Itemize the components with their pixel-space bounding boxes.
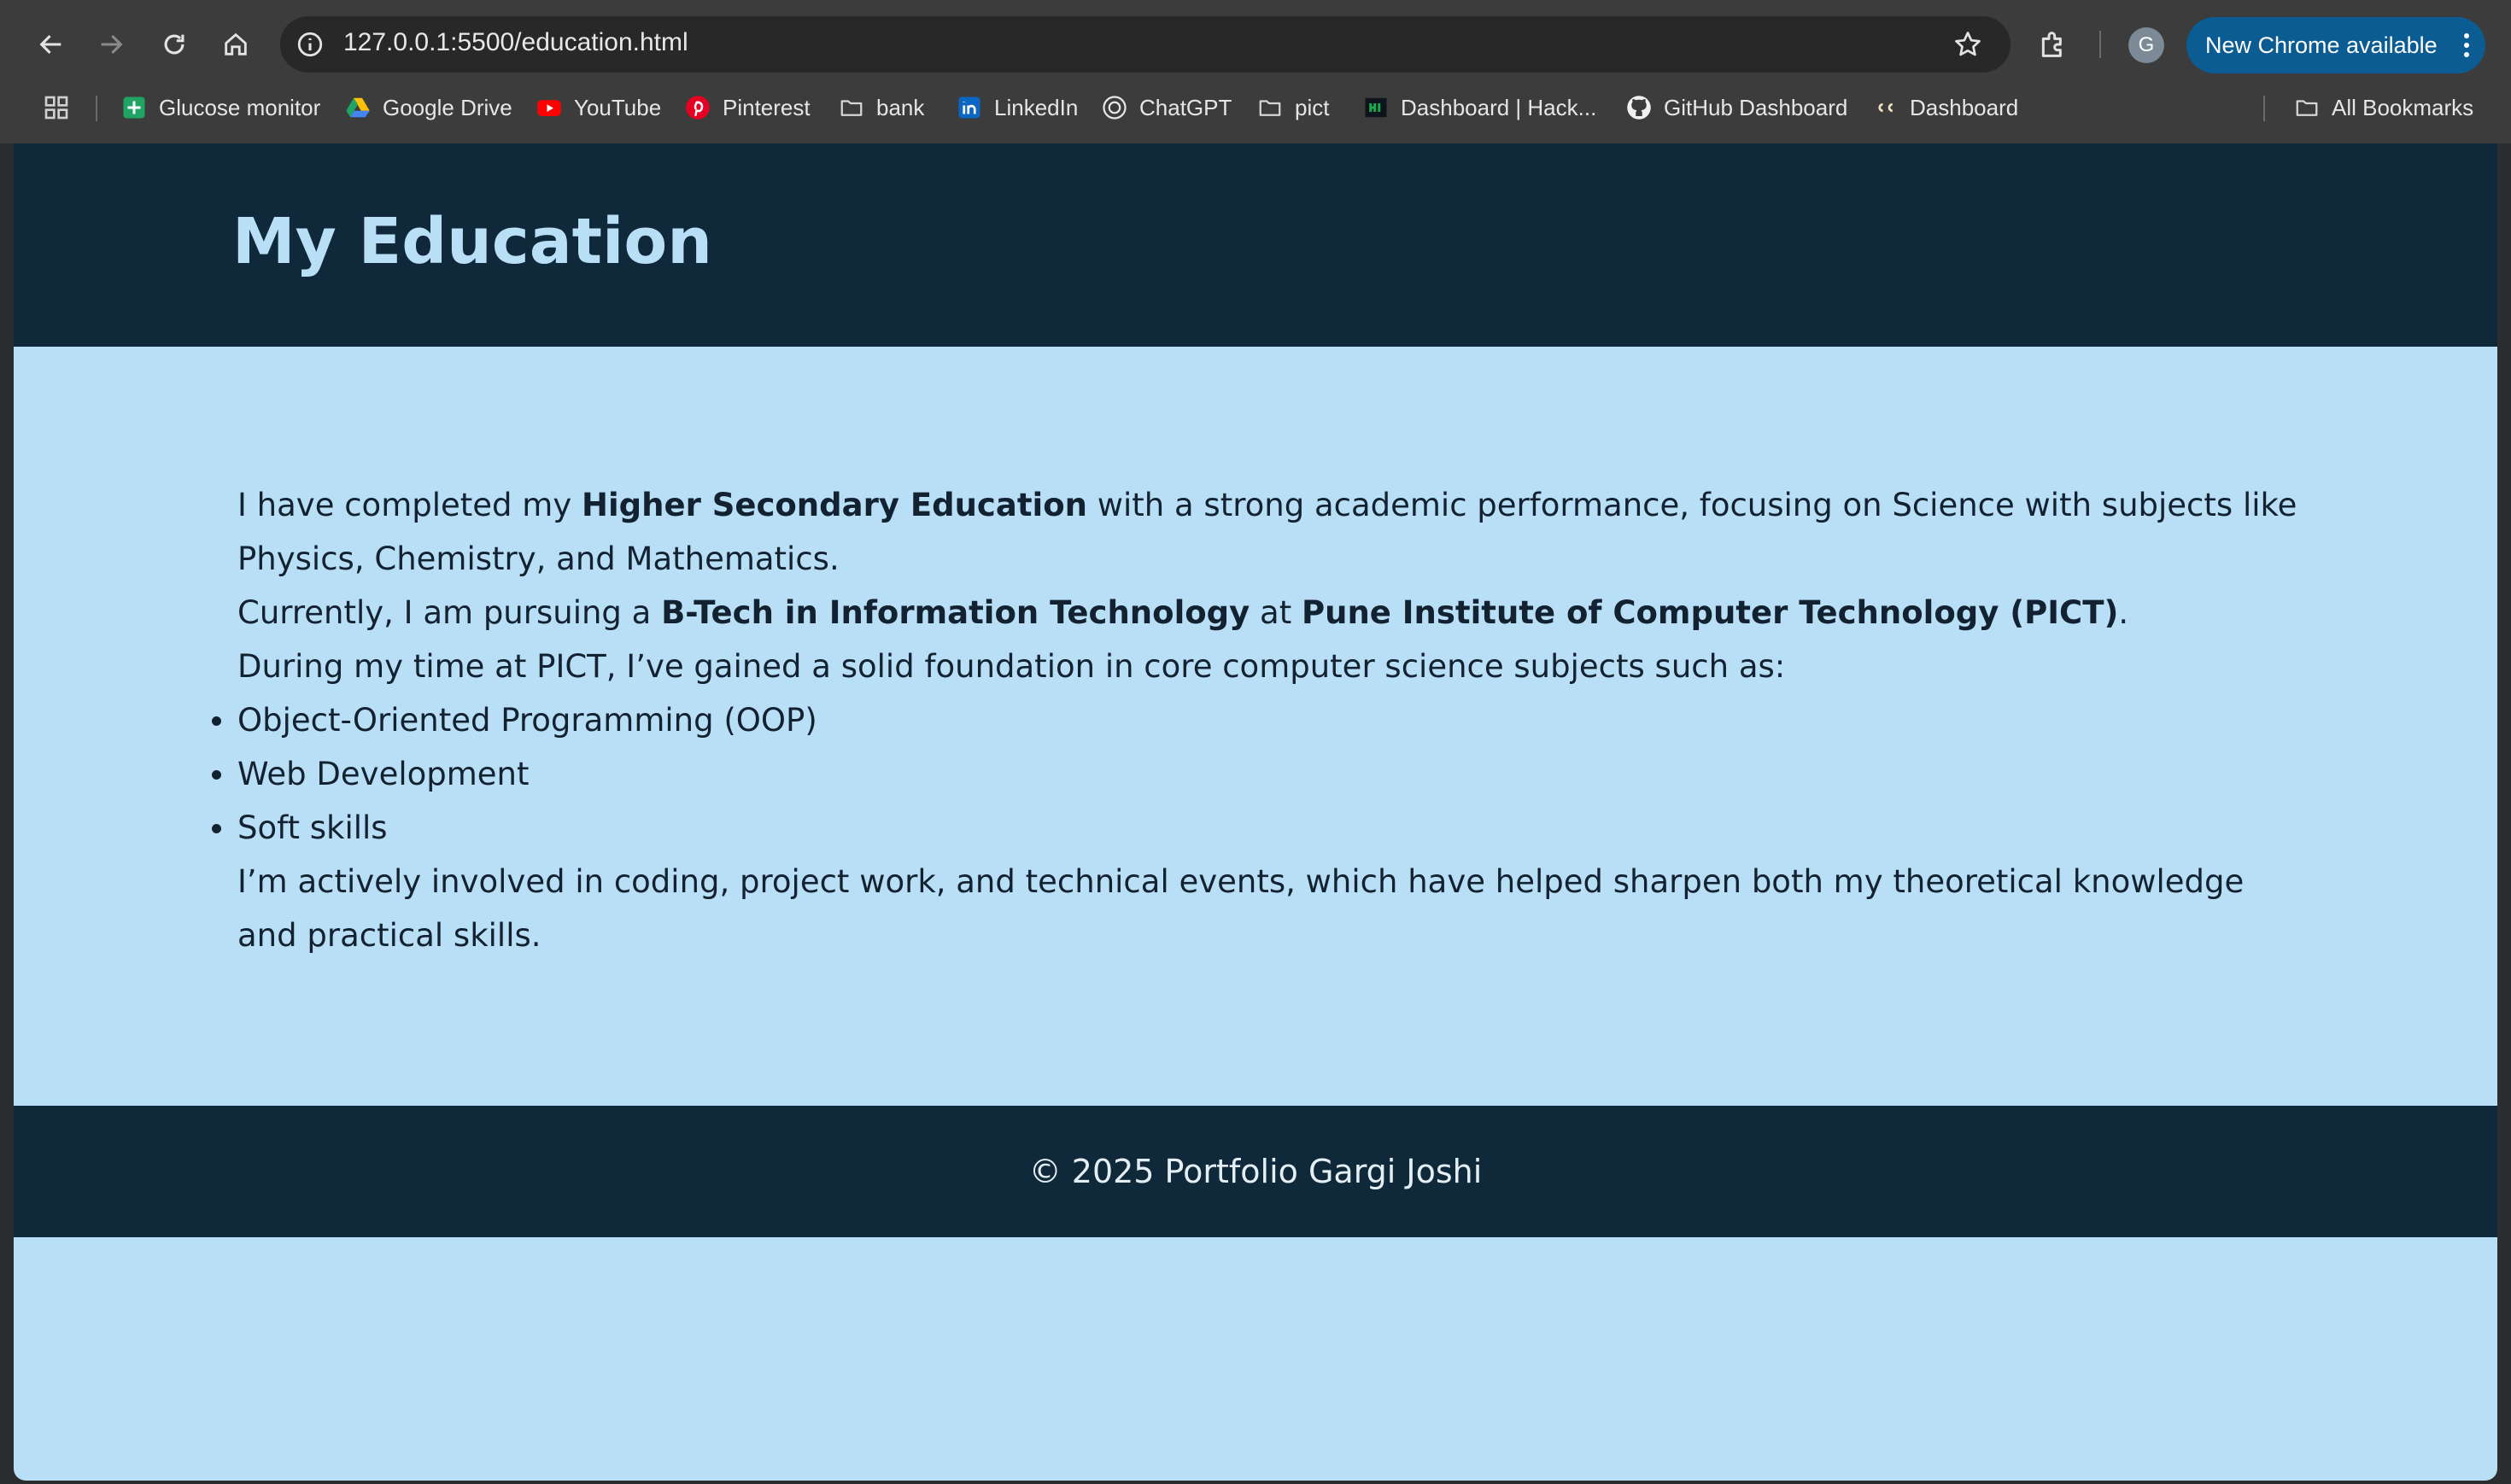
subjects-intro: During my time at PICT, I’ve gained a so… xyxy=(237,648,1786,685)
bookmark-codechef[interactable]: Dashboard xyxy=(1872,84,2018,131)
footer-copyright: © 2025 Portfolio Gargi Joshi xyxy=(1028,1153,1483,1190)
bookmark-hackerrank[interactable]: Dashboard | Hack... xyxy=(1363,84,1596,131)
subject-label: Soft skills xyxy=(237,809,388,846)
profile-avatar[interactable]: G xyxy=(2128,27,2164,63)
bookmark-label: bank xyxy=(876,94,925,120)
all-bookmarks[interactable]: All Bookmarks xyxy=(2294,84,2473,131)
bookmarks-divider xyxy=(96,96,97,121)
bookmark-folder-bank[interactable]: bank xyxy=(839,84,924,131)
bookmarks-divider xyxy=(2263,96,2265,121)
youtube-icon xyxy=(537,100,561,116)
subject-label: Object-Oriented Programming (OOP) xyxy=(237,702,817,739)
bookmark-label: Google Drive xyxy=(383,94,512,120)
browser-chrome: 127.0.0.1:5500/education.html G New Chro… xyxy=(0,0,2511,143)
reload-button[interactable] xyxy=(154,24,195,65)
drive-icon xyxy=(346,97,370,118)
bookmark-label: Dashboard xyxy=(1910,94,2019,120)
degree-highlight: B-Tech in Information Technology xyxy=(661,594,1250,631)
bookmark-label: Dashboard | Hack... xyxy=(1401,94,1597,120)
back-button[interactable] xyxy=(31,24,72,65)
apps-grid-icon[interactable] xyxy=(43,94,70,121)
bookmark-linkedin[interactable]: LinkedIn xyxy=(957,84,1078,131)
list-item: Web Development xyxy=(212,747,2304,801)
bookmark-label: LinkedIn xyxy=(994,94,1079,120)
forward-button[interactable] xyxy=(91,24,132,65)
bookmarks-bar: Glucose monitor Google Drive YouTube Pin… xyxy=(0,84,2511,131)
current-text: Currently, I am pursuing a xyxy=(237,594,662,631)
folder-icon xyxy=(2296,100,2318,116)
institute-highlight: Pune Institute of Computer Technology (P… xyxy=(1301,594,2119,631)
arrow-left-icon xyxy=(39,34,61,55)
sheets-icon xyxy=(123,96,145,119)
chatgpt-icon xyxy=(1103,96,1127,120)
toolbar-divider xyxy=(2099,31,2101,58)
all-bookmarks-label: All Bookmarks xyxy=(2332,94,2474,120)
url-text[interactable]: 127.0.0.1:5500/education.html xyxy=(343,28,688,57)
bookmark-pinterest[interactable]: Pinterest xyxy=(685,84,811,131)
folder-icon xyxy=(840,100,863,116)
intro-paragraph: I have completed my Higher Secondary Edu… xyxy=(237,478,2304,586)
update-button-label: New Chrome available xyxy=(2205,32,2438,58)
chrome-update-button[interactable]: New Chrome available xyxy=(2186,17,2485,73)
closing-paragraph: I’m actively involved in coding, project… xyxy=(237,863,2245,954)
bookmark-label: GitHub Dashboard xyxy=(1664,94,1848,120)
current-text: . xyxy=(2118,594,2129,631)
current-study-paragraph: Currently, I am pursuing a B-Tech in Inf… xyxy=(237,586,2304,640)
bookmark-glucose-monitor[interactable]: Glucose monitor xyxy=(121,84,320,131)
github-icon xyxy=(1627,96,1651,120)
page-footer: © 2025 Portfolio Gargi Joshi xyxy=(14,1106,2497,1237)
current-text: at xyxy=(1250,594,1302,631)
hackerrank-icon xyxy=(1365,97,1387,118)
bookmark-github[interactable]: GitHub Dashboard xyxy=(1626,84,1847,131)
site-info-icon[interactable] xyxy=(296,30,325,59)
extensions-icon[interactable] xyxy=(2036,27,2070,61)
address-bar[interactable]: 127.0.0.1:5500/education.html xyxy=(280,16,2011,73)
page-title: My Education xyxy=(232,205,712,278)
subject-label: Web Development xyxy=(237,756,530,792)
home-button[interactable] xyxy=(215,24,256,65)
subjects-list: Object-Oriented Programming (OOP) Web De… xyxy=(212,693,2304,855)
arrow-right-icon xyxy=(101,34,123,55)
linkedin-icon xyxy=(958,96,980,119)
intro-highlight: Higher Secondary Education xyxy=(582,487,1087,523)
bullet-icon xyxy=(212,770,221,780)
bookmark-label: Glucose monitor xyxy=(159,94,321,120)
codechef-icon xyxy=(1873,97,1897,118)
education-content: I have completed my Higher Secondary Edu… xyxy=(212,478,2304,962)
bullet-icon xyxy=(212,824,221,833)
home-icon xyxy=(225,32,247,56)
bookmark-star-icon[interactable] xyxy=(1952,29,1983,60)
page-viewport: My Education I have completed my Higher … xyxy=(14,143,2497,1481)
bookmark-google-drive[interactable]: Google Drive xyxy=(345,84,512,131)
list-item: Soft skills xyxy=(212,801,2304,855)
list-item: Object-Oriented Programming (OOP) xyxy=(212,693,2304,747)
reload-icon xyxy=(164,34,184,55)
page-header: My Education xyxy=(14,143,2497,347)
bookmark-label: YouTube xyxy=(574,94,662,120)
bookmark-chatgpt[interactable]: ChatGPT xyxy=(1102,84,1232,131)
bookmark-label: Pinterest xyxy=(723,94,811,120)
bookmark-youtube[interactable]: YouTube xyxy=(536,84,661,131)
more-menu-icon[interactable] xyxy=(2463,32,2470,58)
intro-text: I have completed my xyxy=(237,487,582,523)
pinterest-icon xyxy=(686,96,710,120)
bookmark-label: pict xyxy=(1295,94,1330,120)
bullet-icon xyxy=(212,716,221,726)
bookmark-label: ChatGPT xyxy=(1139,94,1232,120)
browser-toolbar: 127.0.0.1:5500/education.html G New Chro… xyxy=(0,0,2511,91)
folder-icon xyxy=(1259,100,1281,116)
bookmark-folder-pict[interactable]: pict xyxy=(1257,84,1329,131)
